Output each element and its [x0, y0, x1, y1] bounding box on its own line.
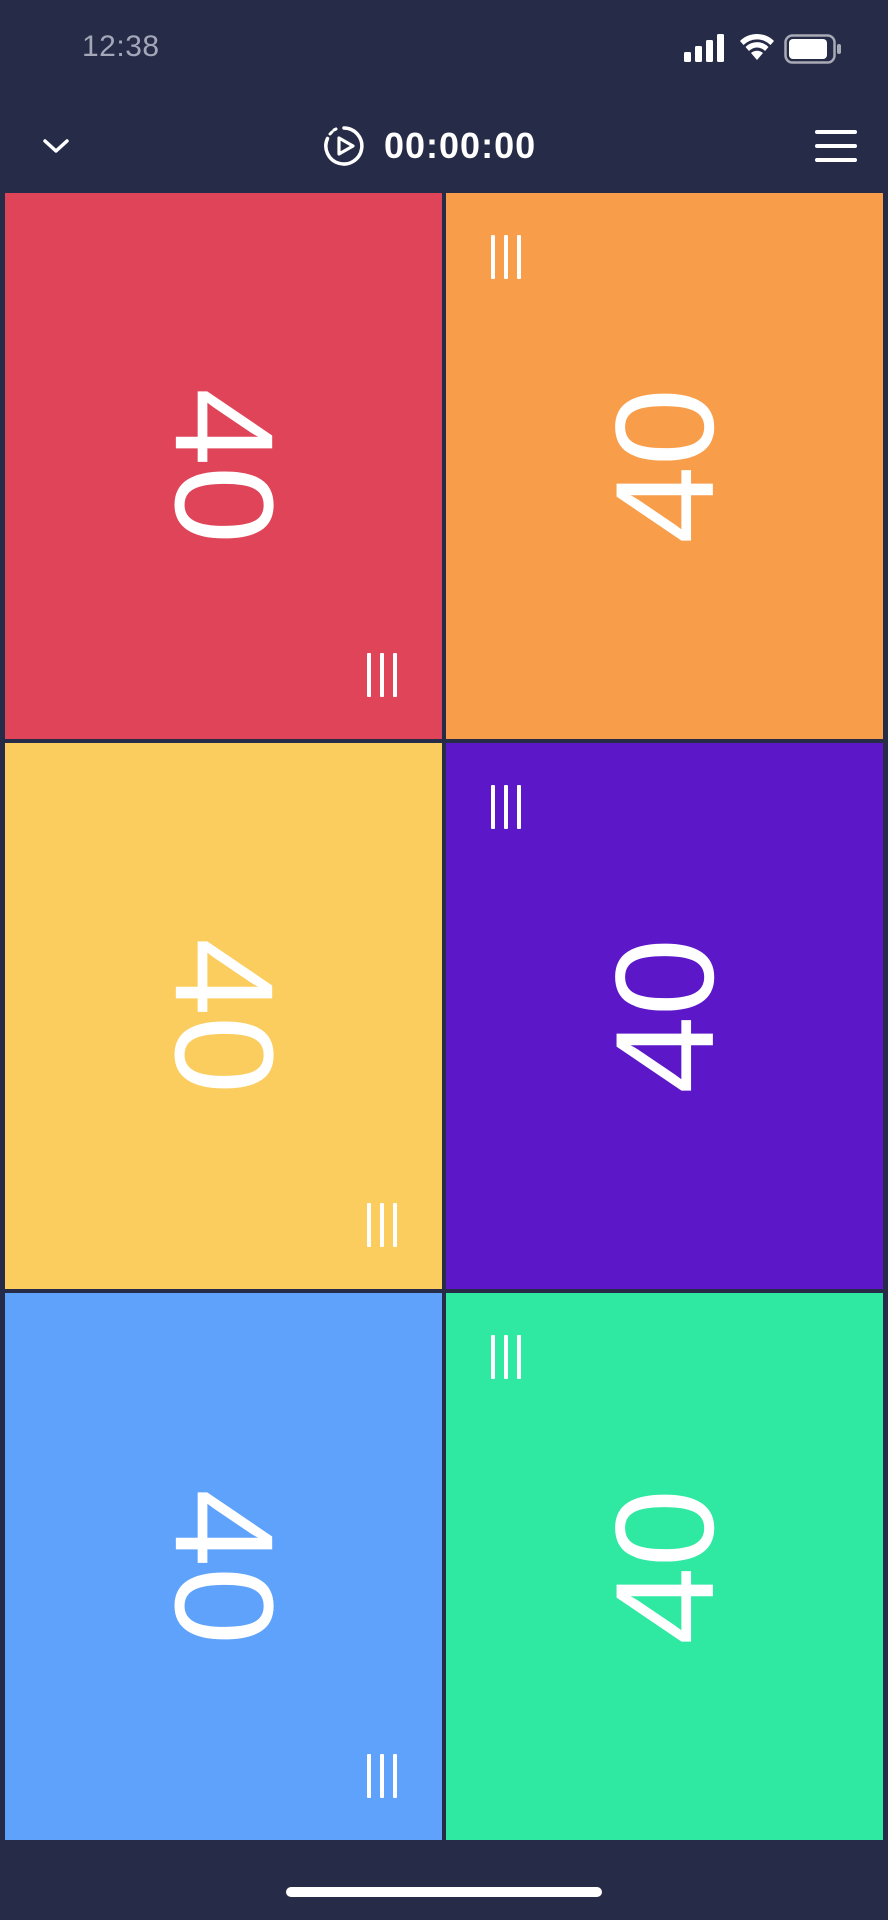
tile-options-button[interactable]	[362, 1752, 402, 1800]
tally-lines-icon	[491, 235, 521, 279]
battery-icon	[784, 34, 841, 64]
status-bar: 12:38	[0, 0, 888, 100]
timer-readout: 00:00:00	[384, 125, 537, 166]
player-grid: 40 40 40 40 40 40	[0, 190, 888, 1842]
player-tile-1[interactable]: 40	[5, 193, 442, 739]
player-tile-6[interactable]: 40	[446, 1293, 883, 1840]
hamburger-menu-icon	[815, 130, 857, 162]
player-tile-5[interactable]: 40	[5, 1293, 442, 1840]
tile-options-button[interactable]	[486, 233, 526, 281]
signal-icon	[684, 34, 724, 62]
tally-lines-icon	[367, 653, 397, 697]
tally-lines-icon	[491, 1335, 521, 1379]
tally-lines-icon	[367, 1203, 397, 1247]
tally-lines-icon	[491, 785, 521, 829]
collapse-button[interactable]	[30, 120, 82, 172]
tile-options-button[interactable]	[486, 783, 526, 831]
play-timer-icon[interactable]	[322, 124, 366, 168]
tile-options-button[interactable]	[362, 1201, 402, 1249]
tile-options-button[interactable]	[486, 1333, 526, 1381]
player-tile-4[interactable]: 40	[446, 743, 883, 1289]
chevron-down-icon	[43, 139, 69, 153]
status-time: 12:38	[82, 30, 160, 63]
tile-options-button[interactable]	[362, 651, 402, 699]
player-tile-2[interactable]: 40	[446, 193, 883, 739]
status-icons	[684, 32, 844, 66]
game-timer[interactable]: 00:00:00	[322, 118, 536, 174]
player-tile-3[interactable]: 40	[5, 743, 442, 1289]
menu-button[interactable]	[810, 120, 862, 172]
top-bar: 00:00:00	[0, 100, 888, 190]
home-indicator[interactable]	[286, 1887, 602, 1897]
wifi-icon	[740, 33, 774, 60]
tally-lines-icon	[367, 1754, 397, 1798]
